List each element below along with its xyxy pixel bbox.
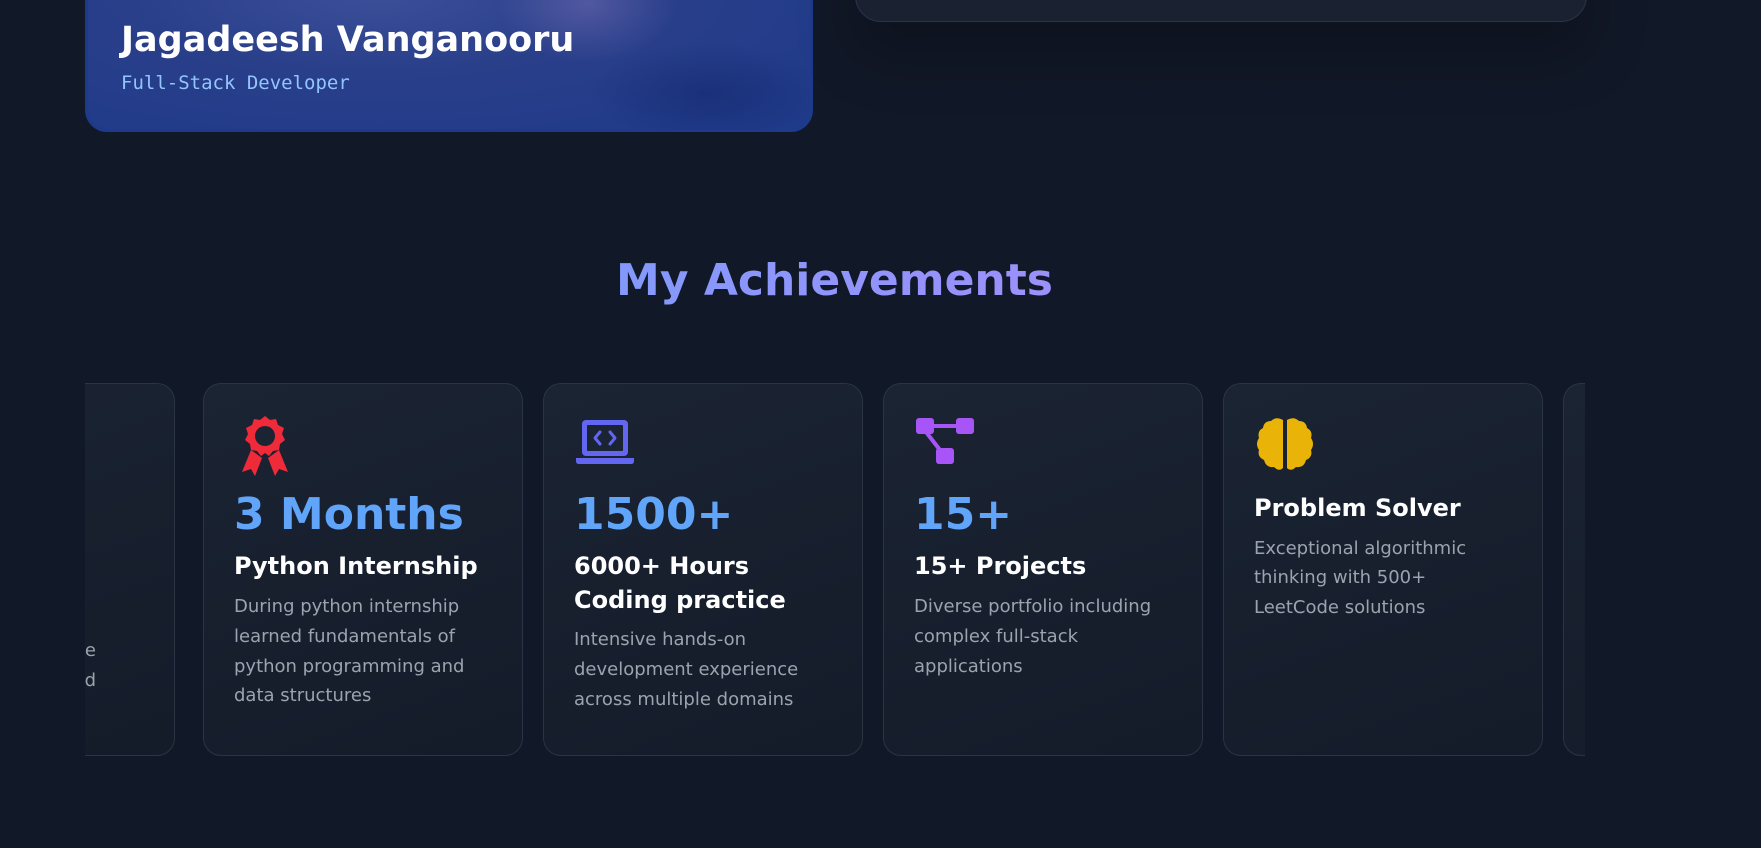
achievement-heading: Python Internship xyxy=(234,552,478,581)
achievement-heading: 6000+ Hours Coding practice xyxy=(574,552,786,614)
achievement-metric: 15+ xyxy=(914,489,1013,540)
achievement-description: During python internship learned fundame… xyxy=(234,595,465,707)
achievement-card-problem-solver[interactable]: Problem Solver Exceptional algorithmic t… xyxy=(1223,383,1543,756)
achievement-heading: 15+ Projects xyxy=(914,552,1087,581)
brain-icon xyxy=(1257,418,1313,470)
achievement-description: Diverse portfolio including complex full… xyxy=(914,595,1152,677)
achievement-heading: Problem Solver xyxy=(1254,494,1461,522)
achievement-card-internship[interactable]: 3 Months Python Internship During python… xyxy=(203,383,523,756)
profile-card: Jagadeesh Vanganooru Full-Stack Develope… xyxy=(85,0,813,132)
achievement-metric: 3 Months xyxy=(234,489,464,540)
profile-name: Jagadeesh Vanganooru xyxy=(121,20,575,60)
laptop-code-icon xyxy=(576,420,634,464)
achievement-card-coding-hours[interactable]: 1500+ 6000+ Hours Coding practice Intens… xyxy=(543,383,863,756)
achievement-description: Exceptional algorithmic thinking with 50… xyxy=(1254,537,1467,619)
achievement-card-partial-right[interactable] xyxy=(1563,383,1585,756)
award-ribbon-icon xyxy=(242,416,288,476)
project-diagram-icon xyxy=(916,418,974,464)
achievement-description: rience and xyxy=(85,636,96,696)
about-panel xyxy=(855,0,1587,22)
desc-fragment: and xyxy=(85,669,96,691)
achievement-card-projects[interactable]: 15+ 15+ Projects Diverse portfolio inclu… xyxy=(883,383,1203,756)
achievement-card-partial-left[interactable]: ent rience and xyxy=(85,383,175,756)
achievement-metric: 1500+ xyxy=(574,489,734,540)
profile-role: Full-Stack Developer xyxy=(121,72,350,94)
achievements-carousel[interactable]: ent rience and 3 Months Python Internshi… xyxy=(85,383,1585,756)
desc-fragment: rience xyxy=(85,640,96,661)
achievements-title: My Achievements xyxy=(0,255,1669,306)
achievement-description: Intensive hands-on development experienc… xyxy=(574,629,799,711)
